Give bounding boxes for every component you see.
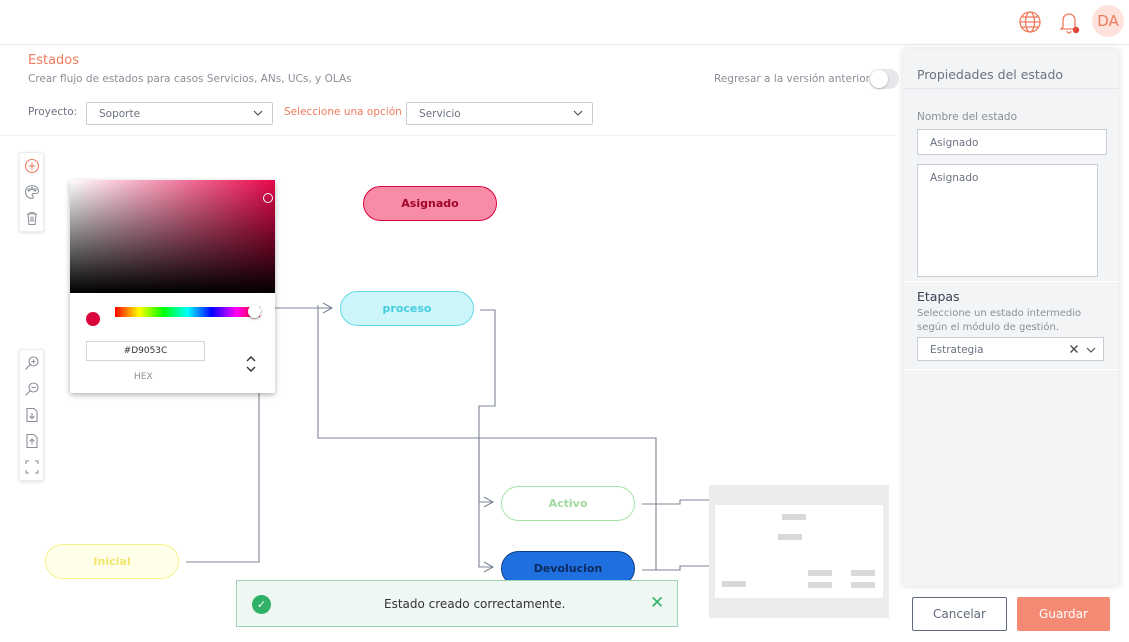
- add-icon[interactable]: [20, 153, 43, 179]
- color-picker: #D9053C HEX: [70, 180, 275, 393]
- state-node-activo[interactable]: Activo: [501, 486, 635, 521]
- success-toast: ✓ Estado creado correctamente. ✕: [236, 580, 678, 627]
- stages-title: Etapas: [917, 289, 960, 304]
- saturation-area[interactable]: [70, 180, 275, 293]
- export-icon[interactable]: [20, 428, 43, 454]
- cancel-button[interactable]: Cancelar: [912, 597, 1007, 631]
- palette-icon[interactable]: [20, 179, 43, 205]
- fit-screen-icon[interactable]: [20, 454, 43, 480]
- state-node-proceso[interactable]: proceso: [340, 291, 474, 326]
- canvas-toolbox-top: [19, 152, 44, 232]
- panel-title: Propiedades del estado: [917, 67, 1064, 82]
- stage-select[interactable]: Estrategia: [917, 337, 1104, 361]
- minimap-node: [851, 582, 875, 588]
- minimap-node: [808, 582, 832, 588]
- panel-divider: [903, 369, 1119, 370]
- connector-devolucion-out: [642, 565, 709, 571]
- avatar[interactable]: DA: [1092, 5, 1124, 37]
- minimap-node: [808, 570, 832, 576]
- toast-message: Estado creado correctamente.: [384, 597, 566, 611]
- hue-slider[interactable]: [115, 305, 261, 318]
- hex-input[interactable]: #D9053C: [86, 341, 205, 361]
- minimap[interactable]: [709, 485, 889, 618]
- bell-icon[interactable]: [1054, 7, 1084, 37]
- close-icon[interactable]: ✕: [650, 593, 664, 613]
- saturation-cursor[interactable]: [263, 193, 273, 203]
- zoom-out-icon[interactable]: [20, 376, 43, 402]
- state-description-textarea[interactable]: Asignado: [917, 164, 1098, 277]
- trash-icon[interactable]: [20, 205, 43, 231]
- state-properties-panel: Propiedades del estado Nombre del estado…: [903, 49, 1119, 586]
- stages-help-text: Seleccione un estado intermedio según el…: [917, 308, 1082, 333]
- zoom-in-icon[interactable]: [20, 350, 43, 376]
- minimap-node: [782, 514, 806, 520]
- state-node-asignado[interactable]: Asignado: [363, 186, 497, 221]
- save-button[interactable]: Guardar: [1017, 597, 1110, 631]
- hue-slider-knob[interactable]: [248, 305, 261, 318]
- canvas-toolbox-bottom: [19, 349, 44, 481]
- panel-divider: [903, 281, 1119, 282]
- state-name-label: Nombre del estado: [917, 111, 1018, 123]
- minimap-node: [851, 570, 875, 576]
- clear-icon[interactable]: [1069, 344, 1079, 354]
- connector-loop: [317, 305, 657, 571]
- state-name-input[interactable]: Asignado: [917, 129, 1107, 155]
- panel-header: Propiedades del estado: [903, 49, 1119, 89]
- minimap-node: [722, 581, 746, 587]
- globe-icon[interactable]: [1015, 7, 1045, 37]
- import-icon[interactable]: [20, 402, 43, 428]
- connector-to-activo: [478, 438, 492, 503]
- chevron-down-icon[interactable]: [1085, 344, 1097, 356]
- hex-mode-label: HEX: [134, 372, 153, 382]
- check-circle-icon: ✓: [252, 595, 271, 614]
- minimap-node: [778, 534, 802, 540]
- connector-activo-out: [642, 499, 709, 505]
- connector-inicial: [186, 393, 260, 563]
- stage-select-value: Estrategia: [930, 344, 984, 356]
- state-node-inicial[interactable]: Inicial: [45, 544, 179, 579]
- selected-color-swatch: [86, 312, 100, 326]
- up-down-arrows-icon[interactable]: [245, 353, 257, 375]
